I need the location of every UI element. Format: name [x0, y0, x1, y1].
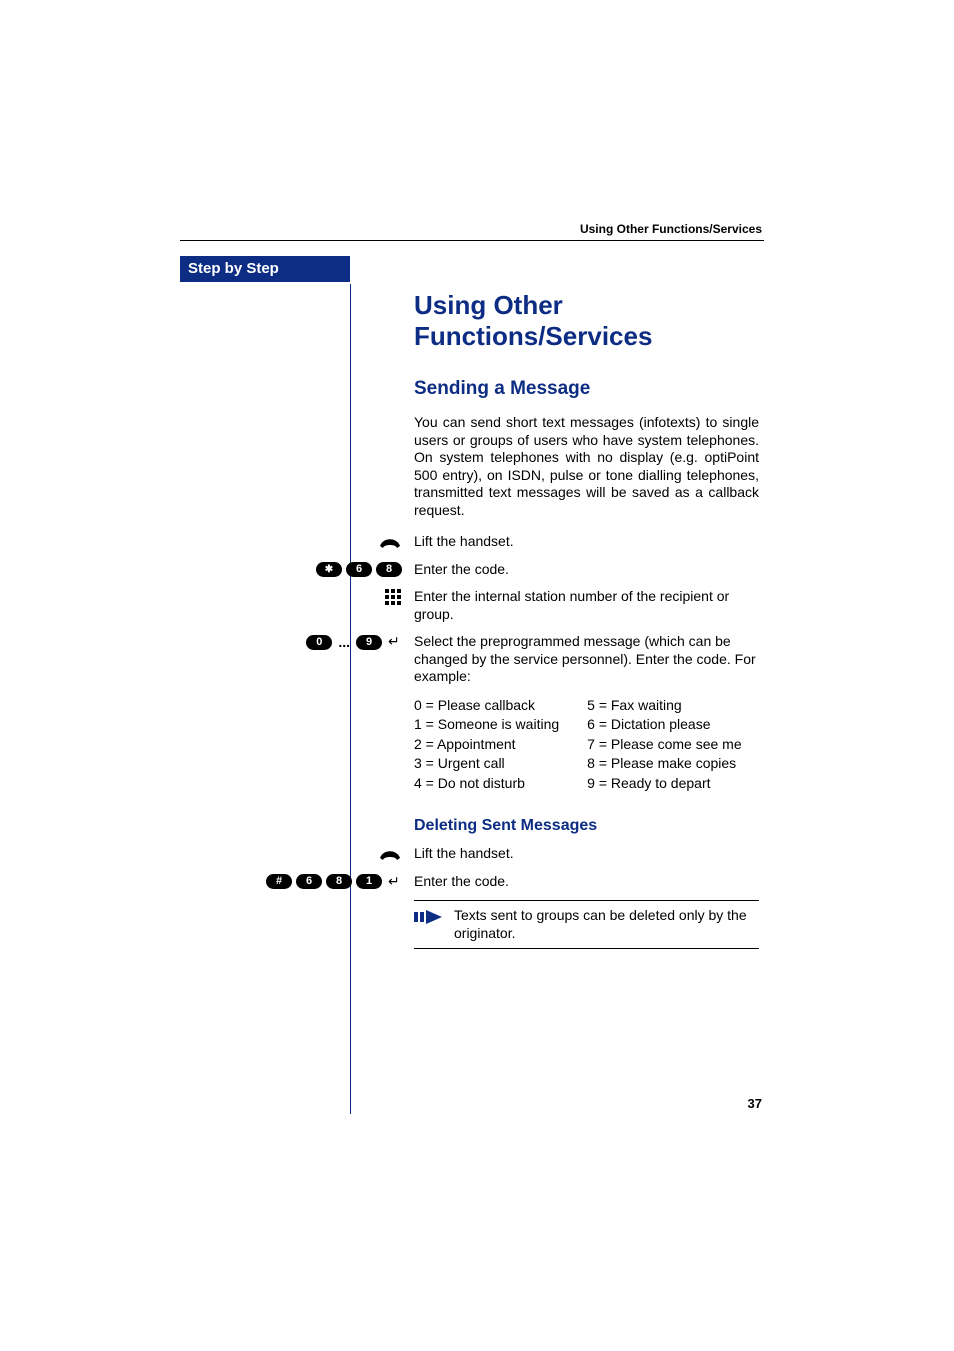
message-options-col1: 0 = Please callback 1 = Someone is waiti… [414, 696, 559, 794]
intro-paragraph: You can send short text messages (infote… [414, 414, 759, 519]
step-text: Enter the code. [414, 561, 759, 579]
key-6: 6 [346, 562, 372, 577]
key-9: 9 [356, 635, 382, 650]
msg-option: 2 = Appointment [414, 735, 559, 755]
msg-option: 0 = Please callback [414, 696, 559, 716]
range-separator: ... [336, 634, 352, 650]
step-row: Lift the handset. [414, 533, 759, 551]
step-row: Enter the internal station number of the… [414, 588, 759, 623]
running-header: Using Other Functions/Services [580, 222, 762, 236]
key-6: 6 [296, 874, 322, 889]
step-row: Lift the handset. [414, 845, 759, 863]
step-text: Enter the internal station number of the… [414, 588, 759, 623]
handset-icon [378, 534, 402, 550]
sidebar-rule [350, 284, 351, 1114]
subsection-heading: Deleting Sent Messages [414, 817, 759, 835]
key-1: 1 [356, 874, 382, 889]
step-text: Lift the handset. [414, 533, 759, 551]
note-text: Texts sent to groups can be deleted only… [454, 907, 759, 942]
content-column: Using Other Functions/Services Sending a… [414, 290, 759, 949]
key-star [316, 562, 342, 577]
enter-icon [386, 634, 402, 650]
note-icon [414, 907, 444, 942]
enter-icon [386, 874, 402, 890]
step-row: 6 8 1 Enter the code. [414, 873, 759, 891]
key-0: 0 [306, 635, 332, 650]
msg-option: 5 = Fax waiting [587, 696, 741, 716]
msg-option: 9 = Ready to depart [587, 774, 741, 794]
step-text: Lift the handset. [414, 845, 759, 863]
key-hash [266, 874, 292, 889]
step-row: 6 8 Enter the code. [414, 561, 759, 579]
note-box: Texts sent to groups can be deleted only… [414, 900, 759, 949]
dialpad-icon [384, 588, 402, 606]
step-row: 0 ... 9 Select the preprogrammed message… [414, 633, 759, 686]
page-number: 37 [748, 1096, 762, 1111]
msg-option: 3 = Urgent call [414, 754, 559, 774]
msg-option: 4 = Do not disturb [414, 774, 559, 794]
section-heading: Sending a Message [414, 378, 759, 400]
msg-option: 1 = Someone is waiting [414, 715, 559, 735]
msg-option: 6 = Dictation please [587, 715, 741, 735]
page-title: Using Other Functions/Services [414, 290, 759, 352]
message-options-col2: 5 = Fax waiting 6 = Dictation please 7 =… [587, 696, 741, 794]
step-text: Enter the code. [414, 873, 759, 891]
step-text: Select the preprogrammed message (which … [414, 633, 759, 686]
handset-icon [378, 846, 402, 862]
key-8: 8 [376, 562, 402, 577]
message-options: 0 = Please callback 1 = Someone is waiti… [414, 696, 759, 794]
manual-page: Using Other Functions/Services Step by S… [0, 0, 954, 1351]
header-rule [180, 240, 764, 241]
msg-option: 8 = Please make copies [587, 754, 741, 774]
key-8: 8 [326, 874, 352, 889]
step-by-step-bar: Step by Step [180, 256, 350, 282]
msg-option: 7 = Please come see me [587, 735, 741, 755]
